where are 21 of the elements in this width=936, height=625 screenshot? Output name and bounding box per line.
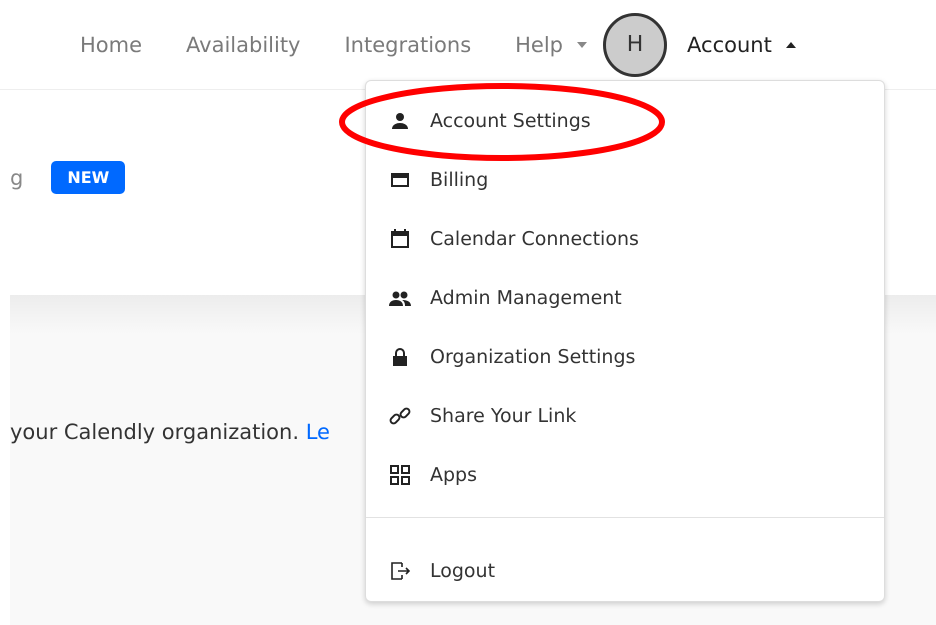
menu-item[interactable]: Share Your Link [366,386,884,446]
menu-item[interactable]: Account Settings [366,91,884,150]
caret-icon [786,42,796,48]
caret-icon [577,42,588,48]
menu-item[interactable]: Organization Settings [366,328,884,387]
nav-dropdown[interactable]: Help [515,32,588,56]
new-badge: NEW [51,161,126,194]
avatar[interactable]: H [603,12,668,76]
grid-icon [388,463,412,488]
nav-dropdown[interactable]: Account [687,32,796,56]
calendar-icon [388,226,412,251]
menu-item[interactable]: Apps [366,446,884,505]
nav-link[interactable]: Integrations [344,32,472,56]
menu-item[interactable]: Calendar Connections [366,209,884,268]
learn-link[interactable]: Le [306,420,330,444]
nav-link[interactable]: Availability [186,32,300,56]
nav-link[interactable]: Home [80,32,142,56]
logout-item[interactable]: Logout [366,542,884,601]
menu-item[interactable]: Admin Management [366,268,884,328]
tab-label: g [10,166,24,190]
menu-item[interactable]: Billing [366,150,884,210]
